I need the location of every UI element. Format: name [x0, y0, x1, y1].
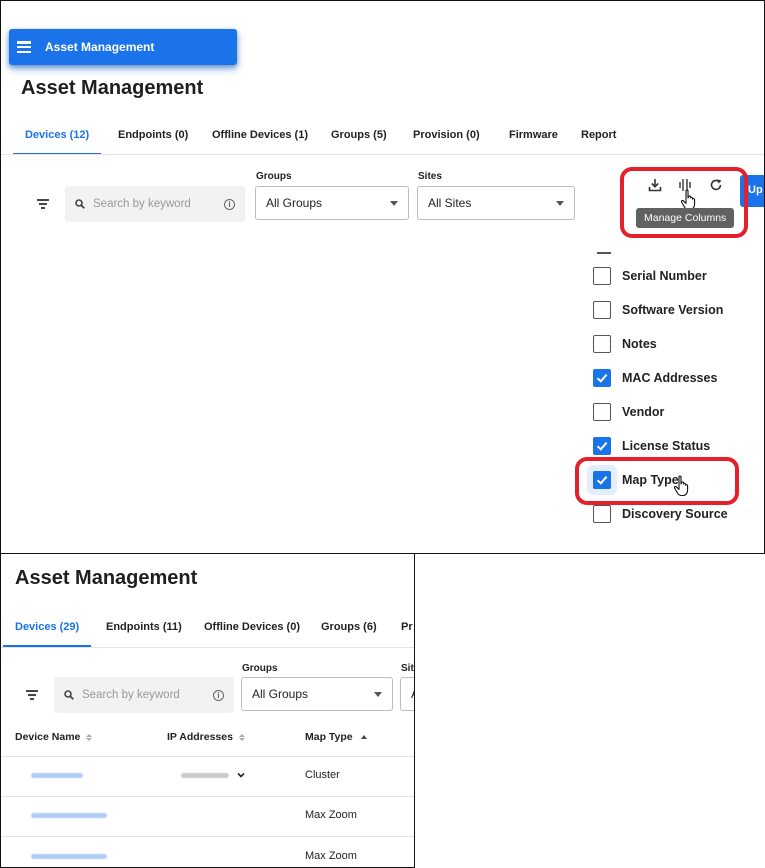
checkbox[interactable]	[593, 267, 611, 285]
column-header-map-type[interactable]: Map Type	[305, 731, 367, 743]
check-icon	[596, 441, 608, 451]
column-label: Notes	[622, 337, 657, 351]
groups-select[interactable]: All Groups	[241, 677, 393, 711]
checkbox-checked[interactable]	[593, 369, 611, 387]
search-icon	[75, 199, 85, 209]
search-placeholder: Search by keyword	[93, 198, 191, 210]
caret-down-icon	[390, 200, 398, 206]
column-option-discovery-source[interactable]: Discovery Source	[593, 503, 728, 525]
device-name-link[interactable]	[31, 854, 107, 859]
partial-checkbox-edge	[597, 252, 611, 254]
checkbox[interactable]	[593, 403, 611, 421]
tab-firmware[interactable]: Firmware	[509, 129, 558, 141]
sites-value-cut: A	[411, 687, 414, 701]
sort-icon	[238, 733, 245, 741]
sort-ascending-icon	[360, 735, 367, 739]
tab-report[interactable]: Report	[581, 129, 616, 141]
tab-devices[interactable]: Devices (29)	[2, 621, 92, 647]
map-type-cell: Cluster	[305, 769, 340, 781]
device-table-screenshot: Asset Management Devices (29) Endpoints …	[0, 553, 415, 868]
tab-endpoints[interactable]: Endpoints (0)	[118, 129, 188, 141]
header-label: IP Addresses	[167, 731, 233, 743]
search-input[interactable]: Search by keyword i	[65, 186, 245, 222]
caret-down-icon	[374, 691, 382, 697]
sort-icon	[86, 733, 93, 741]
row-divider	[1, 836, 414, 837]
caret-down-icon	[556, 200, 564, 206]
tab-devices[interactable]: Devices (12)	[12, 129, 102, 155]
groups-label: Groups	[256, 171, 292, 182]
column-header-ip-addresses[interactable]: IP Addresses	[167, 731, 245, 743]
header-label: Map Type	[305, 731, 353, 743]
column-label: MAC Addresses	[622, 371, 718, 385]
tab-endpoints[interactable]: Endpoints (11)	[106, 621, 182, 633]
column-option-notes[interactable]: Notes	[593, 333, 657, 355]
ip-address-value	[181, 773, 229, 778]
map-type-cell: Max Zoom	[305, 809, 357, 821]
column-option-mac-addresses[interactable]: MAC Addresses	[593, 367, 717, 389]
search-input[interactable]: Search by keyword i	[54, 677, 234, 713]
page-title: Asset Management	[21, 77, 204, 99]
column-label: Vendor	[622, 405, 665, 419]
checkbox[interactable]	[593, 301, 611, 319]
asset-management-nav-banner[interactable]: Asset Management	[9, 29, 237, 65]
tab-provision[interactable]: Provision (0)	[413, 129, 480, 141]
column-option-software-version[interactable]: Software Version	[593, 299, 723, 321]
sites-select-cut[interactable]: A	[400, 677, 414, 711]
filter-icon[interactable]	[26, 690, 38, 700]
header-divider	[1, 756, 414, 757]
tab-groups[interactable]: Groups (5)	[331, 129, 387, 141]
info-icon[interactable]: i	[224, 198, 235, 210]
column-option-vendor[interactable]: Vendor	[593, 401, 664, 423]
column-option-serial-number[interactable]: Serial Number	[593, 265, 707, 287]
search-placeholder: Search by keyword	[82, 689, 180, 701]
column-label: License Status	[622, 439, 711, 453]
map-type-cell: Max Zoom	[305, 850, 357, 862]
sites-select[interactable]: All Sites	[417, 186, 575, 220]
tab-provision-cut[interactable]: Pr	[401, 621, 413, 633]
checkbox[interactable]	[593, 505, 611, 523]
groups-select[interactable]: All Groups	[255, 186, 409, 220]
column-label: Serial Number	[622, 269, 707, 283]
search-icon	[64, 690, 74, 700]
banner-label: Asset Management	[45, 40, 155, 54]
groups-value: All Groups	[266, 196, 323, 210]
tab-groups[interactable]: Groups (6)	[321, 621, 377, 633]
filter-icon[interactable]	[37, 199, 49, 209]
tab-offline-devices[interactable]: Offline Devices (1)	[212, 129, 308, 141]
column-label: Software Version	[622, 303, 724, 317]
map-type-highlight	[575, 457, 739, 505]
sites-label-cut: Sit	[401, 663, 414, 674]
device-name-link[interactable]	[31, 773, 83, 778]
tab-offline-devices[interactable]: Offline Devices (0)	[204, 621, 300, 633]
page-title: Asset Management	[15, 567, 198, 589]
checkbox[interactable]	[593, 335, 611, 353]
info-icon[interactable]: i	[213, 689, 224, 701]
checkbox-checked[interactable]	[593, 437, 611, 455]
list-icon	[17, 41, 31, 53]
column-option-license-status[interactable]: License Status	[593, 435, 710, 457]
row-divider	[1, 796, 414, 797]
column-header-device-name[interactable]: Device Name	[15, 731, 93, 743]
column-manager-screenshot: Asset Management Asset Management Device…	[0, 0, 765, 554]
header-label: Device Name	[15, 731, 81, 743]
groups-label: Groups	[242, 663, 278, 674]
toolbar-highlight	[620, 167, 748, 238]
sites-label: Sites	[418, 171, 442, 182]
tab-divider	[1, 154, 764, 155]
hand-cursor-icon	[673, 475, 689, 497]
device-name-link[interactable]	[31, 813, 107, 818]
tab-divider	[1, 647, 414, 648]
sites-value: All Sites	[428, 196, 472, 210]
groups-value: All Groups	[252, 687, 309, 701]
column-label: Discovery Source	[622, 507, 728, 521]
check-icon	[596, 373, 608, 383]
chevron-down-icon[interactable]	[237, 771, 245, 779]
